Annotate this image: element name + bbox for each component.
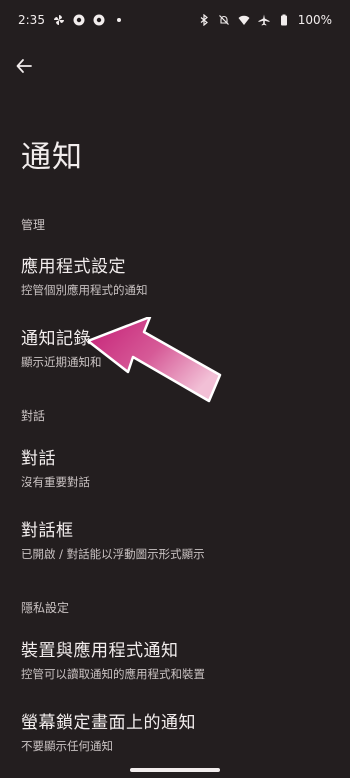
item-subtitle: 已開啟 / 對話能以浮動圖示形式顯示 [21,547,205,561]
bell-off-icon [218,14,230,26]
status-left: 2:35 [18,13,125,27]
item-title: 對話 [21,449,56,469]
chrome-icon [93,14,105,26]
pinwheel-icon [53,14,65,26]
page-title: 通知 [21,140,83,175]
item-title: 螢幕鎖定畫面上的通知 [21,713,196,733]
item-subtitle: 控管個別應用程式的通知 [21,283,148,297]
dot-icon [113,14,125,26]
battery-percentage: 100% [297,13,332,27]
device-app-notifications-item[interactable]: 裝置與應用程式通知 控管可以讀取通知的應用程式和裝置 [0,640,350,682]
notification-history-item[interactable]: 通知記錄 顯示近期通知和 [0,328,350,370]
section-header-manage: 管理 [21,218,46,232]
section-header-privacy: 隱私設定 [21,601,70,615]
item-title: 通知記錄 [21,329,91,349]
status-right: 100% [198,13,332,27]
airplane-icon [258,14,270,26]
status-time: 2:35 [18,13,45,27]
app-settings-item[interactable]: 應用程式設定 控管個別應用程式的通知 [0,256,350,298]
section-header-conversations: 對話 [21,409,46,423]
item-title: 裝置與應用程式通知 [21,641,179,661]
lock-screen-notifications-item[interactable]: 螢幕鎖定畫面上的通知 不要顯示任何通知 [0,712,350,754]
chrome-icon [73,14,85,26]
bluetooth-icon [198,14,210,26]
bubbles-item[interactable]: 對話框 已開啟 / 對話能以浮動圖示形式顯示 [0,520,350,562]
back-button[interactable] [10,52,38,80]
status-bar: 2:35 100% [0,0,350,40]
arrow-left-icon [15,57,33,75]
item-subtitle: 沒有重要對話 [21,475,90,489]
battery-icon [278,14,290,26]
item-title: 應用程式設定 [21,257,126,277]
item-title: 對話框 [21,521,74,541]
item-subtitle: 控管可以讀取通知的應用程式和裝置 [21,667,205,681]
conversations-item[interactable]: 對話 沒有重要對話 [0,448,350,490]
item-subtitle: 不要顯示任何通知 [21,739,113,753]
item-subtitle: 顯示近期通知和 [21,355,102,369]
navigation-handle[interactable] [130,768,220,772]
wifi-icon [238,14,250,26]
